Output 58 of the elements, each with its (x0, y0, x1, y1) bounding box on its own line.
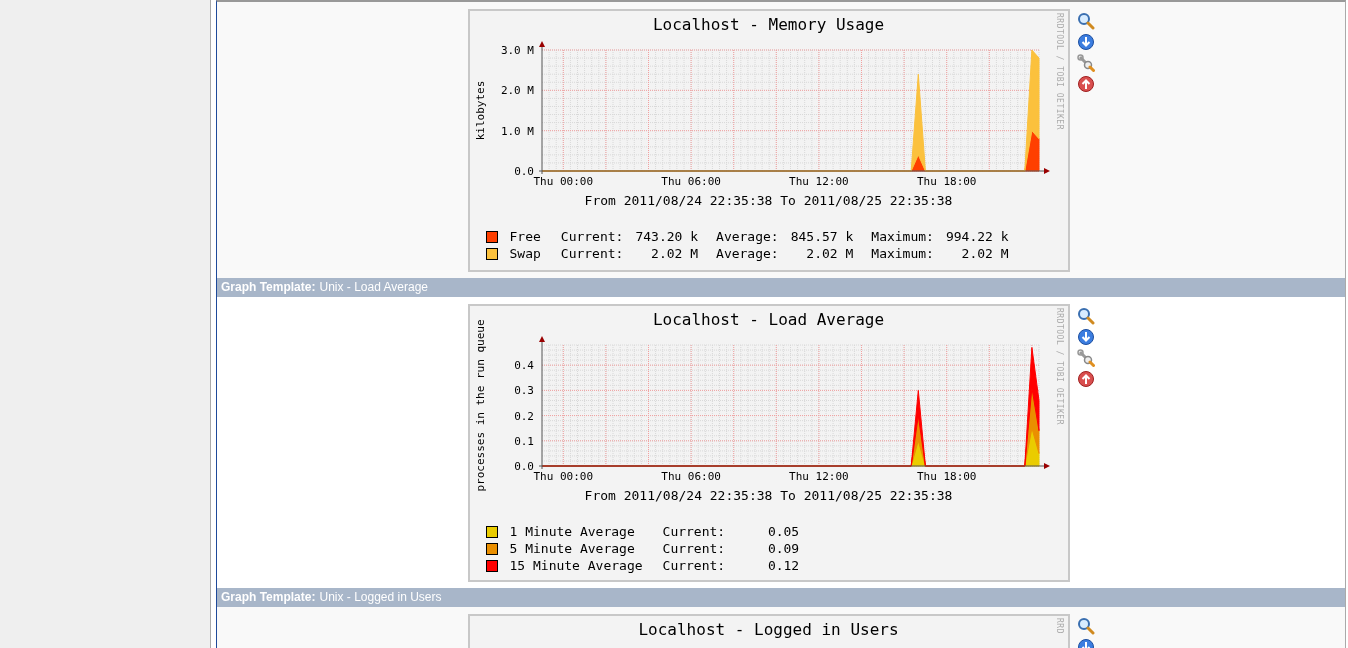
y-tick-label: 0.0 (513, 165, 534, 178)
legend-stat-value: 743.20 k (635, 229, 699, 244)
legend-stat-label: Current: (560, 246, 624, 261)
x-tick-label: Thu 18:00 (916, 470, 976, 483)
zoom-icon[interactable] (1076, 12, 1095, 30)
date-range-text: From 2011/08/24 22:35:38 To 2011/08/25 22:35:38 (583, 192, 954, 210)
legend-name: 5 Minute Average (509, 541, 636, 556)
legend-stat-value: 2.02 M (960, 246, 1009, 261)
legend-stat-value: 2.02 M (805, 246, 854, 261)
y-tick-label: 0.4 (513, 359, 534, 373)
y-tick-label: 1.0 M (500, 124, 534, 138)
y-tick-label: 0.1 (513, 434, 534, 448)
x-tick-label: Thu 18:00 (916, 175, 976, 188)
header-value: Unix - Logged in Users (319, 590, 442, 604)
legend-stat-label: Current: (662, 541, 726, 556)
legend-name: 1 Minute Average (509, 524, 636, 539)
wrench-icon[interactable] (1076, 54, 1095, 72)
legend-name: Free (509, 229, 541, 244)
legend-stat-value: 994.22 k (945, 229, 1009, 244)
credit-text: RRDTOOL / TOBI OETIKER (1054, 308, 1064, 425)
legend-stat-label: Maximum: (871, 229, 934, 244)
header-value: Unix - Load Average (319, 280, 428, 294)
legend-stat-label: Current: (560, 229, 624, 244)
wrench-icon[interactable] (1076, 349, 1095, 367)
y-axis-label: processes in the run queue (473, 319, 487, 492)
legend-name: 15 Minute Average (509, 558, 643, 573)
x-tick-label: Thu 00:00 (533, 470, 593, 483)
legend-stat-label: Average: (716, 246, 779, 261)
x-tick-label: Thu 06:00 (660, 175, 721, 188)
legend-stat-value: 0.12 (766, 558, 800, 573)
credit-text: RRD (1054, 618, 1064, 634)
legend-stat-value: 845.57 k (790, 229, 854, 244)
credit-text: RRDTOOL / TOBI OETIKER (1054, 13, 1064, 130)
header-label: Graph Template: (221, 280, 316, 294)
y-tick-label: 2.0 M (500, 84, 534, 98)
y-tick-label: 3.0 M (500, 44, 534, 57)
x-tick-label: Thu 06:00 (660, 470, 721, 483)
legend-stat-label: Maximum: (871, 246, 934, 261)
zoom-icon[interactable] (1076, 307, 1095, 325)
graph-title: Localhost - Logged in Users (637, 619, 900, 641)
graph-title: Localhost - Memory Usage (651, 14, 886, 36)
legend-stat-label: Current: (662, 524, 726, 539)
header-label: Graph Template: (221, 590, 316, 604)
x-tick-label: Thu 12:00 (788, 470, 849, 483)
zoom-icon[interactable] (1076, 617, 1095, 635)
legend-stat-value: 0.05 (766, 524, 800, 539)
y-tick-label: 0.2 (513, 409, 534, 423)
legend-stat-label: Average: (716, 229, 779, 244)
legend-name: Swap (509, 246, 541, 261)
y-axis-label: kilobytes (473, 80, 487, 141)
x-tick-label: Thu 00:00 (533, 175, 593, 188)
legend-stat-label: Current: (662, 558, 726, 573)
y-tick-label: 0.3 (513, 384, 534, 398)
legend-stat-value: 2.02 M (650, 246, 699, 261)
graph-title: Localhost - Load Average (651, 309, 886, 331)
x-tick-label: Thu 12:00 (788, 175, 849, 188)
legend-stat-value: 0.09 (766, 541, 800, 556)
y-tick-label: 0.0 (513, 460, 534, 473)
